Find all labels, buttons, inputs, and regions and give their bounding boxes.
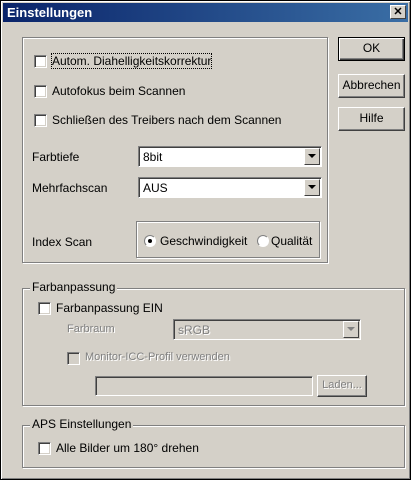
rotate-label[interactable]: Alle Bilder um 180° drehen xyxy=(56,441,199,455)
autofocus-checkbox[interactable] xyxy=(34,85,47,98)
autofocus-label[interactable]: Autofokus beim Scannen xyxy=(52,84,185,98)
speed-radio[interactable] xyxy=(144,235,156,247)
auto-brightness-checkbox[interactable] xyxy=(34,55,47,68)
monitor-icc-label[interactable]: Monitor-ICC-Profil verwenden xyxy=(85,351,230,363)
load-button[interactable]: Laden... xyxy=(317,375,367,397)
color-matching-label[interactable]: Farbanpassung EIN xyxy=(56,301,163,315)
color-matching-legend: Farbanpassung xyxy=(30,280,118,294)
color-matching-checkbox[interactable] xyxy=(38,302,51,315)
dialog-title: Einstellungen xyxy=(7,5,93,20)
quality-radio[interactable] xyxy=(257,235,269,247)
cancel-button[interactable]: Abbrechen xyxy=(338,74,405,98)
ok-button[interactable]: OK xyxy=(338,37,405,61)
index-scan-label: Index Scan xyxy=(32,235,93,249)
color-space-label: Farbraum xyxy=(67,323,115,335)
speed-label[interactable]: Geschwindigkeit xyxy=(160,234,247,248)
auto-brightness-label[interactable]: Autom. Diahelligkeitskorrektur xyxy=(50,53,213,69)
title-bar[interactable]: Einstellungen ✕ xyxy=(3,3,408,22)
rotate-checkbox[interactable] xyxy=(38,442,51,455)
monitor-icc-checkbox[interactable] xyxy=(67,352,80,365)
close-driver-checkbox[interactable] xyxy=(34,114,47,127)
multiscan-value: AUS xyxy=(143,181,168,195)
chevron-down-icon[interactable] xyxy=(304,179,320,196)
color-space-select[interactable]: sRGB xyxy=(173,319,361,340)
color-depth-select[interactable]: 8bit xyxy=(138,146,322,167)
multiscan-label: Mehrfachscan xyxy=(32,181,108,195)
color-depth-value: 8bit xyxy=(143,150,163,164)
chevron-down-icon[interactable] xyxy=(343,321,359,338)
chevron-down-icon[interactable] xyxy=(304,148,320,165)
color-depth-label: Farbtiefe xyxy=(32,150,80,164)
close-button[interactable]: ✕ xyxy=(390,5,406,19)
profile-path-field[interactable] xyxy=(95,376,313,396)
aps-settings-legend: APS Einstellungen xyxy=(30,417,134,431)
multiscan-select[interactable]: AUS xyxy=(138,177,322,198)
close-driver-label[interactable]: Schließen des Treibers nach dem Scannen xyxy=(52,113,281,127)
settings-dialog: Einstellungen ✕ Autom. Diahelligkeitskor… xyxy=(0,0,411,480)
color-space-value: sRGB xyxy=(178,323,211,337)
help-button[interactable]: Hilfe xyxy=(338,107,405,131)
quality-label[interactable]: Qualität xyxy=(271,234,312,248)
